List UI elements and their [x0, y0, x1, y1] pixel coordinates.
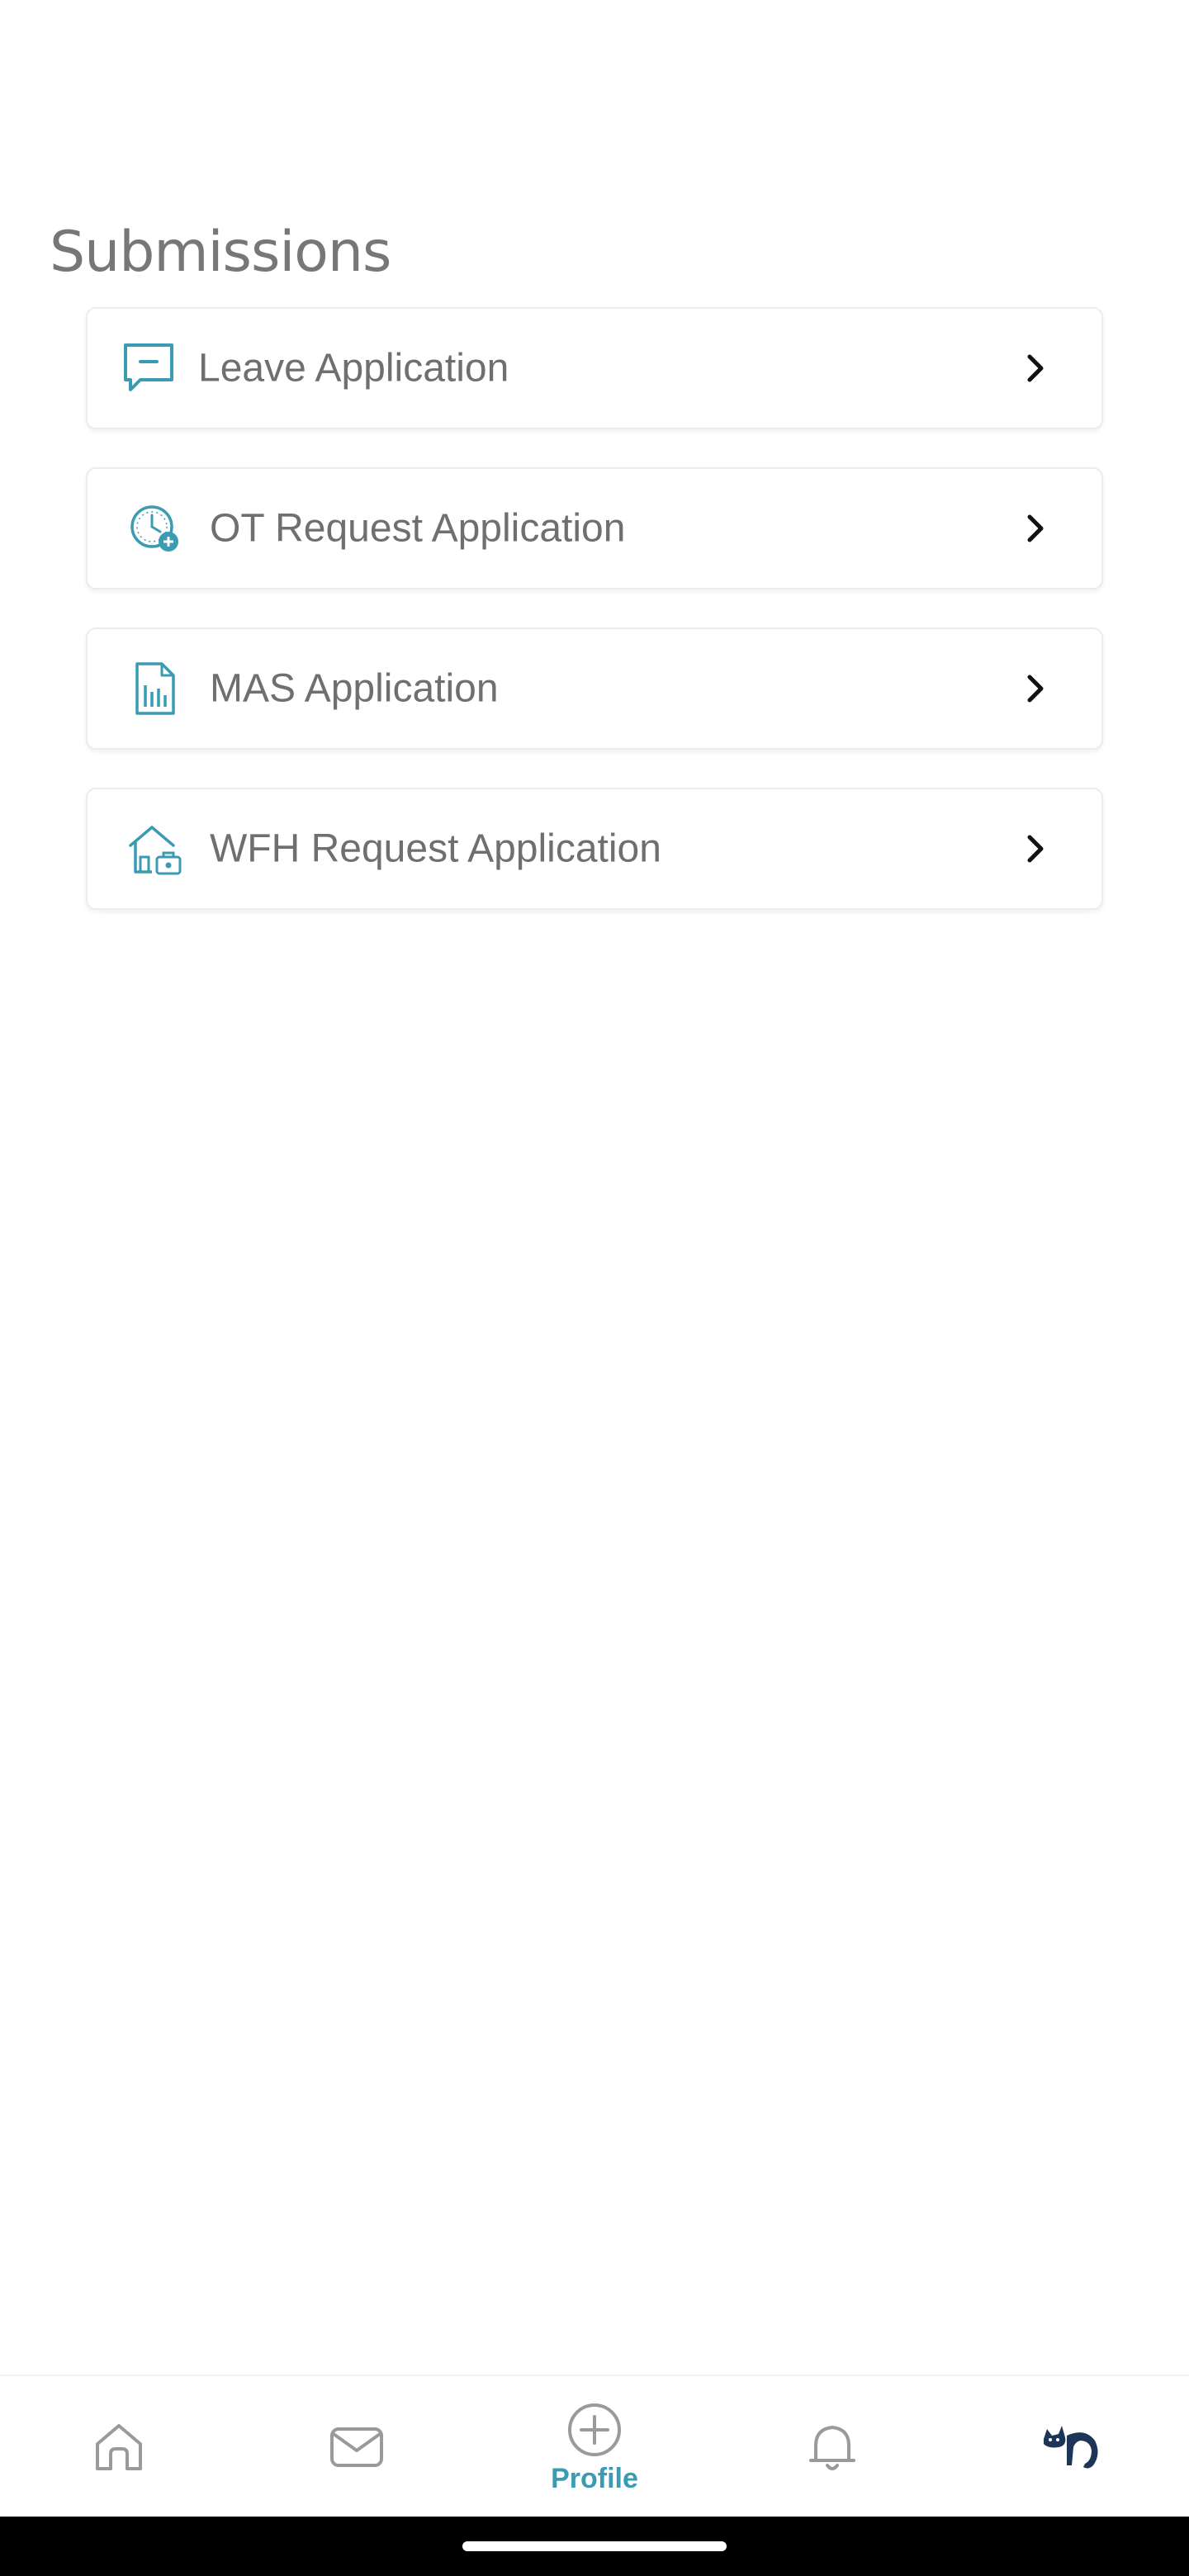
nav-profile-label: Profile	[551, 2462, 638, 2494]
home-indicator[interactable]	[462, 2541, 727, 2551]
submissions-screen: Submissions Leave Application OT Request…	[0, 0, 1189, 2576]
nav-home[interactable]	[36, 2376, 201, 2518]
card-label: WFH Request Application	[210, 826, 661, 871]
home-icon	[96, 2424, 142, 2470]
add-circle-icon	[568, 2403, 621, 2456]
ot-request-application-card[interactable]: OT Request Application	[86, 467, 1103, 590]
card-label: MAS Application	[210, 666, 499, 711]
chevron-right-icon	[1027, 675, 1044, 703]
nav-profile[interactable]: Profile	[512, 2376, 677, 2518]
cat-avatar-icon	[1044, 2426, 1098, 2469]
card-label: Leave Application	[198, 346, 509, 391]
chevron-right-icon	[1027, 835, 1044, 863]
mail-icon	[330, 2427, 383, 2467]
chevron-right-icon	[1027, 514, 1044, 542]
leave-application-card[interactable]: Leave Application	[86, 307, 1103, 429]
report-document-icon	[127, 661, 183, 717]
bottom-navigation: Profile	[0, 2375, 1189, 2518]
wfh-request-application-card[interactable]: WFH Request Application	[86, 788, 1103, 910]
nav-messages[interactable]	[274, 2376, 439, 2518]
chevron-right-icon	[1027, 354, 1044, 382]
clock-add-icon	[127, 500, 183, 556]
mas-application-card[interactable]: MAS Application	[86, 627, 1103, 750]
chat-message-icon	[121, 340, 177, 396]
bell-icon	[809, 2426, 855, 2470]
page-title: Submissions	[50, 219, 391, 285]
home-work-icon	[127, 821, 183, 877]
card-label: OT Request Application	[210, 506, 626, 551]
nav-notifications[interactable]	[750, 2376, 915, 2518]
system-navigation-bar	[0, 2517, 1189, 2576]
nav-account[interactable]	[988, 2376, 1153, 2518]
